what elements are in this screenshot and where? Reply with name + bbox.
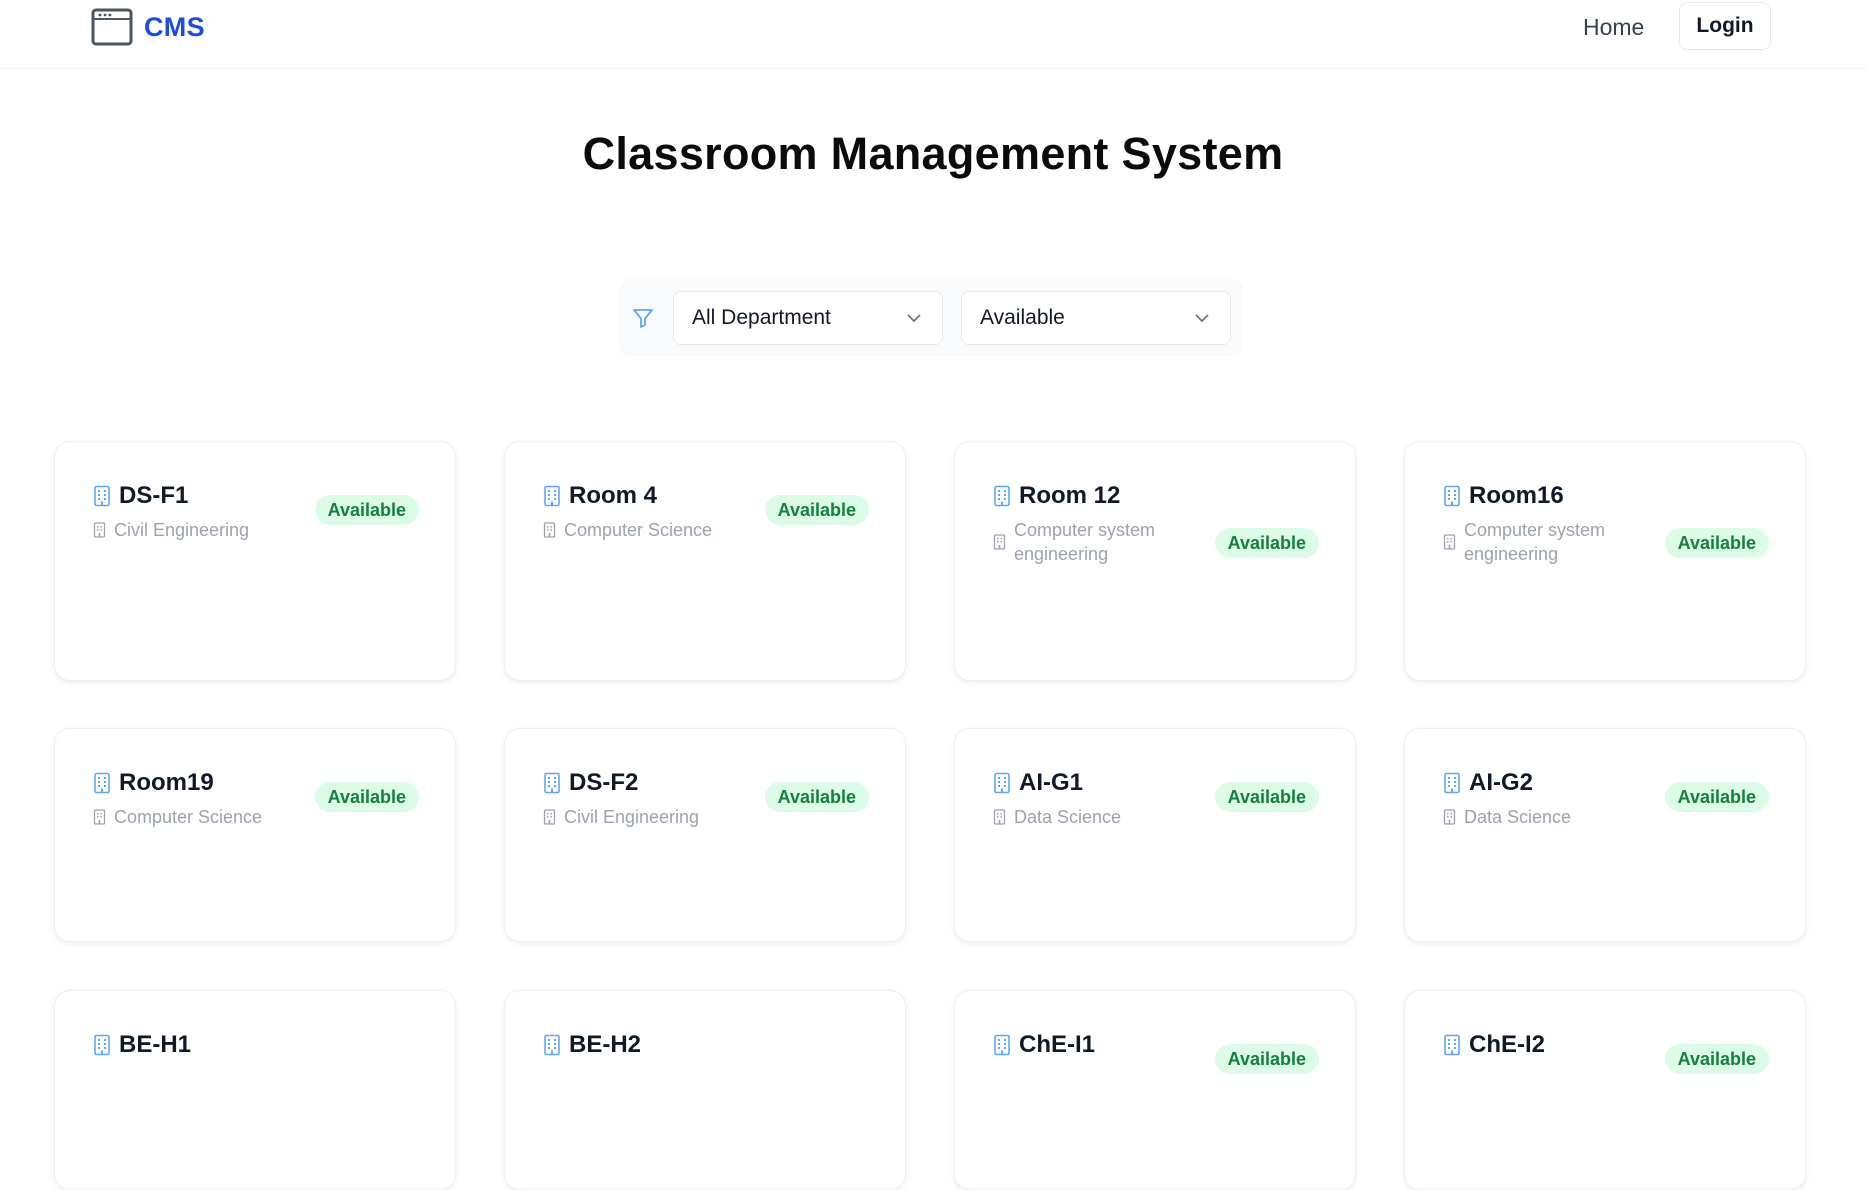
room-name-text: AI-G1: [1019, 769, 1084, 796]
department-select-value: All Department: [692, 306, 831, 329]
room-department-text: Civil Engineering: [114, 520, 250, 540]
room-department-text: Computer Science: [564, 520, 713, 540]
department-select[interactable]: All Department: [673, 291, 943, 345]
status-badge: Available: [314, 782, 419, 812]
chevron-down-icon: [907, 314, 921, 323]
room-card[interactable]: Room16 Computer system engineering Availab…: [1404, 441, 1806, 681]
room-name-text: DS-F2: [569, 769, 639, 796]
room-name: AI-G1: [993, 769, 1083, 797]
building-icon: [94, 485, 110, 507]
department-building-icon: [93, 522, 106, 538]
room-name: ChE-I2: [1443, 1031, 1545, 1059]
room-name-text: Room16: [1469, 482, 1564, 509]
room-card[interactable]: Room 4 Computer Science Available: [504, 441, 906, 681]
room-name-text: Room 4: [569, 482, 658, 509]
room-name: DS-F2: [543, 769, 638, 797]
building-icon: [544, 485, 560, 507]
building-icon: [1444, 485, 1460, 507]
room-name-text: DS-F1: [119, 482, 189, 509]
room-name-text: BE-H2: [569, 1031, 642, 1058]
nav-home-link[interactable]: Home: [1583, 12, 1644, 42]
status-select[interactable]: Available: [961, 291, 1231, 345]
room-card[interactable]: Room 12 Computer system engineering Availa…: [954, 441, 1356, 681]
room-name-text: BE-H1: [119, 1031, 192, 1058]
room-card[interactable]: DS-F2 Civil Engineering Available: [504, 728, 906, 942]
room-name-text: Room 12: [1019, 482, 1121, 509]
department-building-icon: [1443, 809, 1456, 825]
status-badge: Available: [1664, 528, 1769, 558]
room-department: Computer system engineering: [993, 518, 1203, 566]
room-name-text: Room19: [119, 769, 214, 796]
room-department: Computer Science: [543, 518, 753, 542]
status-select-value: Available: [980, 306, 1065, 329]
building-icon: [544, 772, 560, 794]
room-name: Room 4: [543, 482, 657, 510]
room-department-text: Data Science: [1014, 807, 1122, 827]
building-icon: [994, 485, 1010, 507]
room-department: Computer system engineering: [1443, 518, 1653, 566]
room-name: AI-G2: [1443, 769, 1533, 797]
room-card[interactable]: ChE-I2 Available: [1404, 990, 1806, 1190]
room-department-text: Civil Engineering: [564, 807, 700, 827]
room-card[interactable]: BE-H2: [504, 990, 906, 1190]
brand-logo[interactable]: CMS: [91, 8, 205, 46]
navbar: CMS Home Login: [0, 0, 1866, 69]
room-name: DS-F1: [93, 482, 188, 510]
brand-name: CMS: [144, 11, 205, 42]
room-department: Civil Engineering: [93, 518, 303, 542]
building-icon: [1444, 772, 1460, 794]
room-name-text: ChE-I1: [1019, 1031, 1096, 1058]
room-department-text: Computer system engineering: [1014, 520, 1156, 564]
status-badge: Available: [764, 782, 869, 812]
room-card[interactable]: AI-G2 Data Science Available: [1404, 728, 1806, 942]
department-building-icon: [93, 809, 106, 825]
building-icon: [544, 1034, 560, 1056]
room-card[interactable]: BE-H1: [54, 990, 456, 1190]
room-name: BE-H2: [543, 1031, 641, 1059]
building-icon: [94, 1034, 110, 1056]
department-building-icon: [543, 809, 556, 825]
browser-window-icon: [91, 8, 133, 46]
room-department: Civil Engineering: [543, 805, 753, 829]
department-building-icon: [543, 522, 556, 538]
chevron-down-icon: [1195, 314, 1209, 323]
room-name: Room 12: [993, 482, 1120, 510]
filter-bar: All Department Available: [619, 279, 1243, 356]
building-icon: [94, 772, 110, 794]
status-badge: Available: [1214, 1044, 1319, 1074]
room-name-text: AI-G2: [1469, 769, 1534, 796]
room-name: ChE-I1: [993, 1031, 1095, 1059]
room-name: Room16: [1443, 482, 1564, 510]
filter-icon: [633, 309, 653, 328]
room-department: Data Science: [993, 805, 1203, 829]
room-card[interactable]: Room19 Computer Science Available: [54, 728, 456, 942]
room-card[interactable]: ChE-I1 Available: [954, 990, 1356, 1190]
building-icon: [994, 1034, 1010, 1056]
room-department: Computer Science: [93, 805, 303, 829]
room-card[interactable]: AI-G1 Data Science Available: [954, 728, 1356, 942]
status-badge: Available: [314, 495, 419, 525]
status-badge: Available: [1664, 1044, 1769, 1074]
building-icon: [1444, 1034, 1460, 1056]
status-badge: Available: [1664, 782, 1769, 812]
room-name-text: ChE-I2: [1469, 1031, 1546, 1058]
status-badge: Available: [1214, 782, 1319, 812]
room-department-text: Data Science: [1464, 807, 1572, 827]
page-title: Classroom Management System: [582, 128, 1284, 179]
building-icon: [994, 772, 1010, 794]
status-badge: Available: [764, 495, 869, 525]
room-department-text: Computer Science: [114, 807, 263, 827]
login-button[interactable]: Login: [1679, 2, 1771, 50]
department-building-icon: [1443, 534, 1456, 550]
department-building-icon: [993, 809, 1006, 825]
department-building-icon: [993, 534, 1006, 550]
room-department: Data Science: [1443, 805, 1653, 829]
room-card[interactable]: DS-F1 Civil Engineering Available: [54, 441, 456, 681]
room-name: Room19: [93, 769, 214, 797]
status-badge: Available: [1214, 528, 1319, 558]
room-name: BE-H1: [93, 1031, 191, 1059]
room-department-text: Computer system engineering: [1464, 520, 1606, 564]
